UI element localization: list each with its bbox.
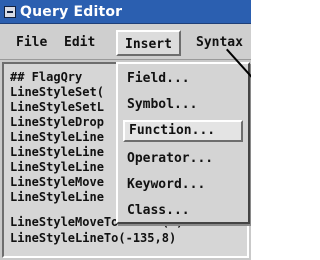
- code-line: LineStyleDrop: [10, 115, 104, 129]
- menu-file[interactable]: File: [10, 32, 53, 54]
- code-line: LineStyleLine: [10, 145, 104, 159]
- code-line: LineStyleMove: [10, 175, 104, 189]
- code-line: LineStyleLineTo(-135,8): [10, 231, 177, 245]
- menu-item-function[interactable]: Function...: [123, 120, 243, 142]
- code-line: LineStyleSetL: [10, 100, 104, 114]
- menu-item-class[interactable]: Class...: [123, 200, 243, 222]
- menu-item-keyword[interactable]: Keyword...: [123, 174, 243, 196]
- menu-insert[interactable]: Insert: [116, 30, 181, 56]
- code-line: LineStyleLine: [10, 190, 104, 204]
- menu-syntax[interactable]: Syntax: [190, 32, 249, 54]
- code-line: ## FlagQry: [10, 70, 83, 84]
- title-bar: Query Editor: [0, 0, 251, 24]
- menu-edit[interactable]: Edit: [58, 32, 101, 54]
- menu-item-field[interactable]: Field...: [123, 68, 243, 90]
- code-line: LineStyleLine: [10, 160, 104, 174]
- menu-item-symbol[interactable]: Symbol...: [123, 94, 243, 116]
- window-menu-icon[interactable]: [4, 6, 16, 18]
- menu-item-operator[interactable]: Operator...: [123, 148, 243, 170]
- window-title: Query Editor: [20, 4, 123, 20]
- code-line: LineStyleSet(: [10, 85, 104, 99]
- menu-bar: File Edit Insert Syntax: [0, 24, 251, 60]
- insert-menu-dropdown: Field... Symbol... Function... Operator.…: [116, 62, 250, 224]
- code-line: LineStyleLine: [10, 130, 104, 144]
- query-editor-window: Query Editor File Edit Insert Syntax ## …: [0, 0, 251, 260]
